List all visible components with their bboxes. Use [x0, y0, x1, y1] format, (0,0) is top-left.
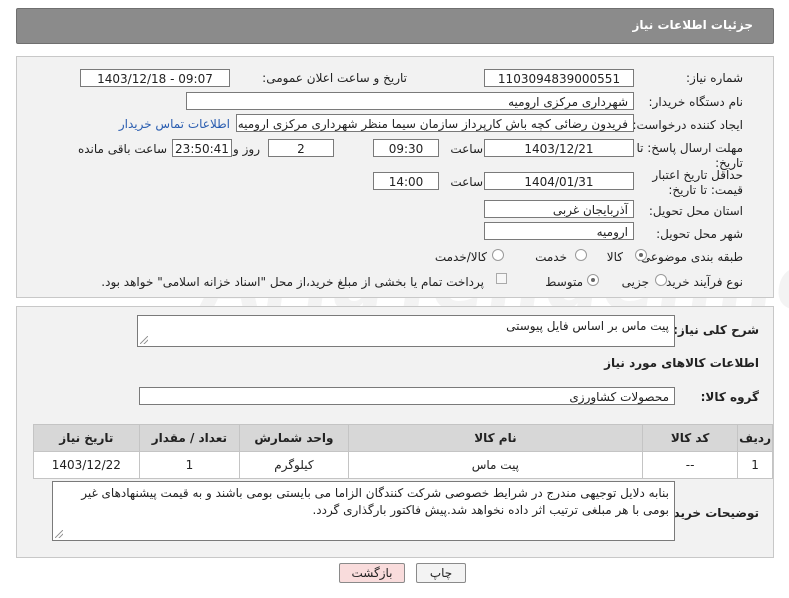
province-label: استان محل تحویل:	[648, 204, 743, 218]
buyer-org-label: نام دستگاه خریدار:	[648, 95, 744, 109]
deadline-date-field: 1403/12/21	[484, 139, 634, 157]
cell-unit: کیلوگرم	[239, 451, 349, 479]
page-header: جزئیات اطلاعات نیاز	[16, 8, 774, 44]
announce-date-field: 1403/12/18 - 09:07	[80, 69, 230, 87]
treasury-payment-note: پرداخت تمام یا بخشی از مبلغ خرید،از محل …	[101, 275, 484, 289]
goods-table: ردیف کد کالا نام کالا واحد شمارش تعداد /…	[33, 424, 773, 479]
time-remaining-field: 23:50:41	[172, 139, 232, 157]
buyer-org-field: شهرداری مرکزی ارومیه	[186, 92, 634, 110]
back-button[interactable]: بازگشت	[339, 563, 405, 583]
process-medium-label: متوسط	[545, 275, 583, 289]
validity-label: حداقل تاریخ اعتبار قیمت: تا تاریخ:	[652, 168, 743, 197]
goods-table-header: ردیف کد کالا نام کالا واحد شمارش تعداد /…	[33, 424, 773, 452]
need-description-field: پیت ماس بر اساس فایل پیوستی	[137, 315, 675, 347]
col-row: ردیف	[737, 424, 773, 452]
buyer-notes-text: بنابه دلایل توجیهی مندرج در شرایط خصوصی …	[81, 486, 669, 517]
col-qty: تعداد / مقدار	[138, 424, 241, 452]
goods-info-title: اطلاعات کالاهای مورد نیاز	[604, 356, 759, 370]
deadline-time-label: ساعت	[450, 142, 483, 156]
city-field: ارومیه	[484, 222, 634, 240]
col-code: کد کالا	[642, 424, 739, 452]
cell-qty: 1	[138, 451, 241, 479]
resize-grip-icon	[55, 530, 63, 538]
need-description-label: شرح کلی نیاز:	[673, 323, 759, 337]
need-description-text: پیت ماس بر اساس فایل پیوستی	[506, 319, 669, 333]
cell-date: 1403/12/22	[33, 451, 140, 479]
need-number-field: 1103094839000551	[484, 69, 634, 87]
category-label: طبقه بندی موضوعی:	[636, 250, 743, 264]
buyer-contact-link[interactable]: اطلاعات تماس خریدار	[119, 117, 230, 131]
creator-field: فریدون رضائی کچه باش کارپرداز سازمان سیم…	[236, 114, 634, 132]
process-minor-label: جزیی	[621, 275, 649, 289]
goods-group-label: گروه کالا:	[700, 390, 759, 404]
validity-date-field: 1404/01/31	[484, 172, 634, 190]
need-number-label: شماره نیاز:	[686, 71, 743, 85]
print-button[interactable]: چاپ	[416, 563, 466, 583]
time-remaining-label: ساعت باقی مانده	[77, 142, 167, 156]
days-label: روز و	[233, 142, 260, 156]
col-date: تاریخ نیاز	[33, 424, 140, 452]
cell-row: 1	[737, 451, 773, 479]
deadline-label: مهلت ارسال پاسخ: تا تاریخ:	[636, 141, 743, 170]
resize-grip-icon	[140, 336, 148, 344]
cell-name: پیت ماس	[347, 451, 644, 479]
process-medium-radio[interactable]	[587, 274, 599, 286]
table-row: 1 -- پیت ماس کیلوگرم 1 1403/12/22	[33, 451, 773, 479]
category-goods-service-radio[interactable]	[492, 249, 504, 261]
page-title: جزئیات اطلاعات نیاز	[632, 18, 753, 32]
category-goods-service-label: کالا/خدمت	[434, 250, 487, 264]
goods-group-field: محصولات کشاورزی	[139, 387, 675, 405]
col-unit: واحد شمارش	[239, 424, 349, 452]
col-name: نام کالا	[347, 424, 644, 452]
process-minor-radio[interactable]	[655, 274, 667, 286]
treasury-payment-checkbox[interactable]	[496, 273, 507, 284]
validity-time-field: 14:00	[373, 172, 439, 190]
category-goods-label: کالا	[606, 250, 623, 264]
category-goods-radio[interactable]	[635, 249, 647, 261]
announce-date-label: تاریخ و ساعت اعلان عمومی:	[262, 71, 407, 85]
validity-time-label: ساعت	[450, 175, 483, 189]
category-service-label: خدمت	[535, 250, 567, 264]
process-type-label: نوع فرآیند خرید :	[658, 275, 743, 289]
days-remaining-field: 2	[268, 139, 334, 157]
buyer-notes-field: بنابه دلایل توجیهی مندرج در شرایط خصوصی …	[52, 481, 675, 541]
deadline-time-field: 09:30	[373, 139, 439, 157]
category-service-radio[interactable]	[575, 249, 587, 261]
province-field: آذربایجان غربی	[484, 200, 634, 218]
creator-label: ایجاد کننده درخواست:	[632, 118, 743, 132]
cell-code: --	[642, 451, 739, 479]
city-label: شهر محل تحویل:	[656, 227, 743, 241]
